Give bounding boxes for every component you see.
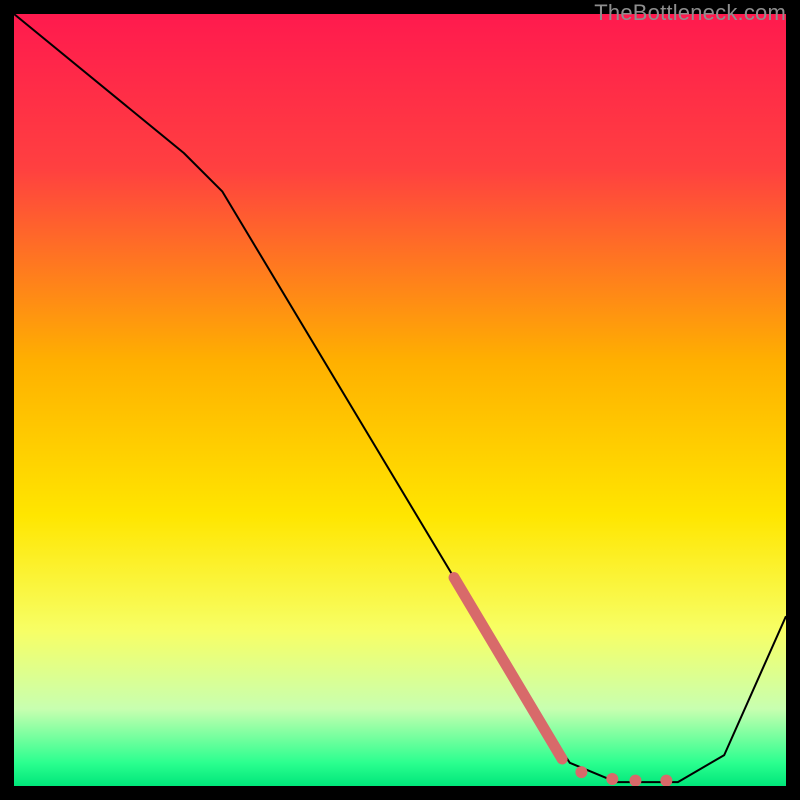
highlight-dot: [575, 766, 587, 778]
gradient-background: [14, 14, 786, 786]
watermark-text: TheBottleneck.com: [594, 0, 786, 26]
chart-svg: [14, 14, 786, 786]
chart-frame: [14, 14, 786, 786]
highlight-dot: [606, 773, 618, 785]
